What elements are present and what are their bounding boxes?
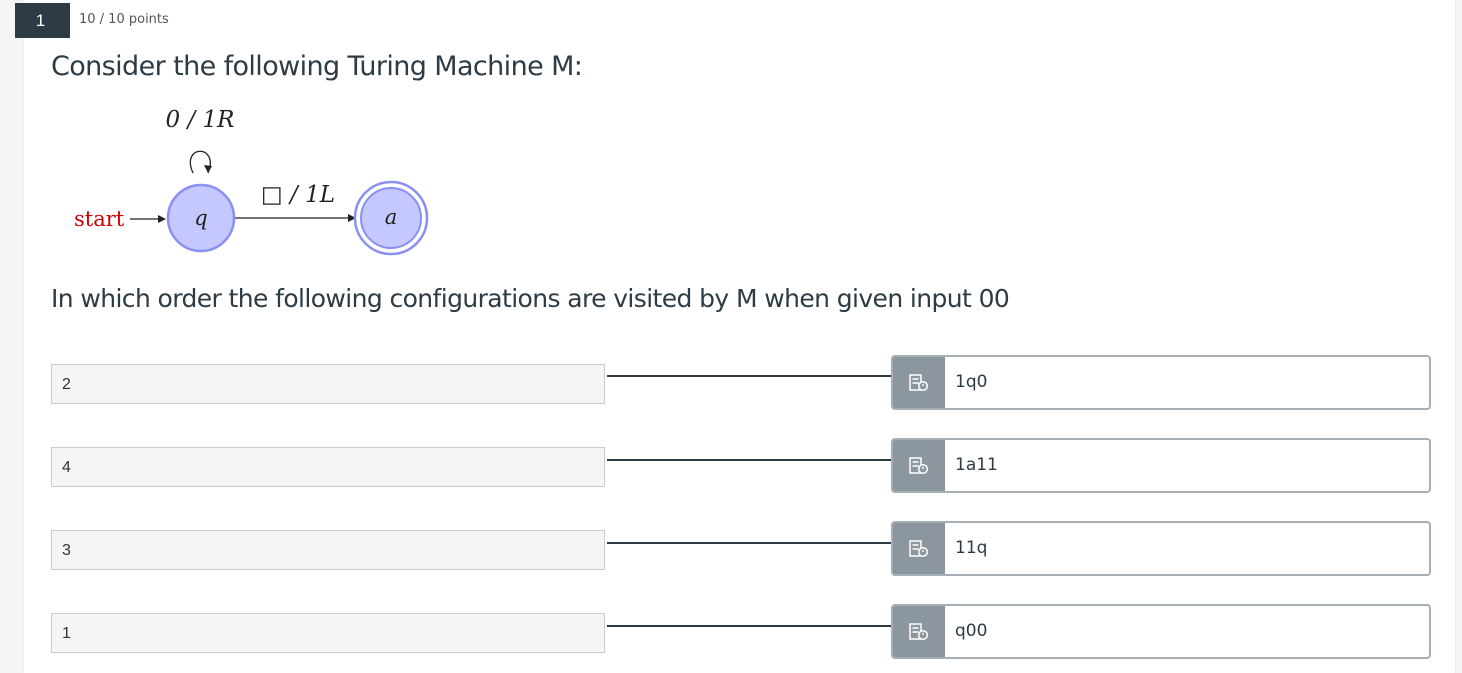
state-a-label: a: [385, 205, 398, 229]
match-connector: [607, 459, 893, 461]
option-label: 1q0: [955, 372, 988, 392]
question-title: Consider the following Turing Machine M:: [51, 51, 583, 82]
draggable-option[interactable]: q00: [891, 604, 1431, 659]
draggable-option[interactable]: 1q0: [891, 355, 1431, 410]
option-label: q00: [955, 621, 988, 641]
drag-handle-icon: [909, 456, 929, 474]
self-loop-arrowhead: [204, 165, 212, 173]
drag-handle[interactable]: [893, 357, 945, 408]
match-connector: [607, 542, 893, 544]
answer-slot[interactable]: 1: [51, 613, 605, 653]
drag-handle-icon: [909, 622, 929, 640]
question-number: 1: [15, 3, 70, 38]
state-q-label: q: [194, 206, 207, 230]
drag-handle[interactable]: [893, 523, 945, 574]
draggable-option[interactable]: 1a11: [891, 438, 1431, 493]
loop-label: 0 / 1R: [166, 107, 235, 133]
answer-slot[interactable]: 2: [51, 364, 605, 404]
match-connector: [607, 375, 893, 377]
question-points: 10 / 10 points: [79, 12, 169, 27]
turing-machine-diagram: 0 / 1R start q □ / 1L a: [74, 107, 429, 256]
start-label: start: [74, 207, 125, 231]
option-label: 1a11: [955, 455, 998, 475]
draggable-option[interactable]: 11q: [891, 521, 1431, 576]
answer-slot[interactable]: 4: [51, 447, 605, 487]
question-prompt: In which order the following configurati…: [51, 284, 1010, 313]
start-arrowhead: [158, 215, 166, 223]
option-label: 11q: [955, 538, 988, 558]
drag-handle[interactable]: [893, 606, 945, 657]
drag-handle-icon: [909, 373, 929, 391]
match-connector: [607, 625, 893, 627]
drag-handle-icon: [909, 539, 929, 557]
answer-slot[interactable]: 3: [51, 530, 605, 570]
transition-label: □ / 1L: [261, 182, 335, 208]
drag-handle[interactable]: [893, 440, 945, 491]
